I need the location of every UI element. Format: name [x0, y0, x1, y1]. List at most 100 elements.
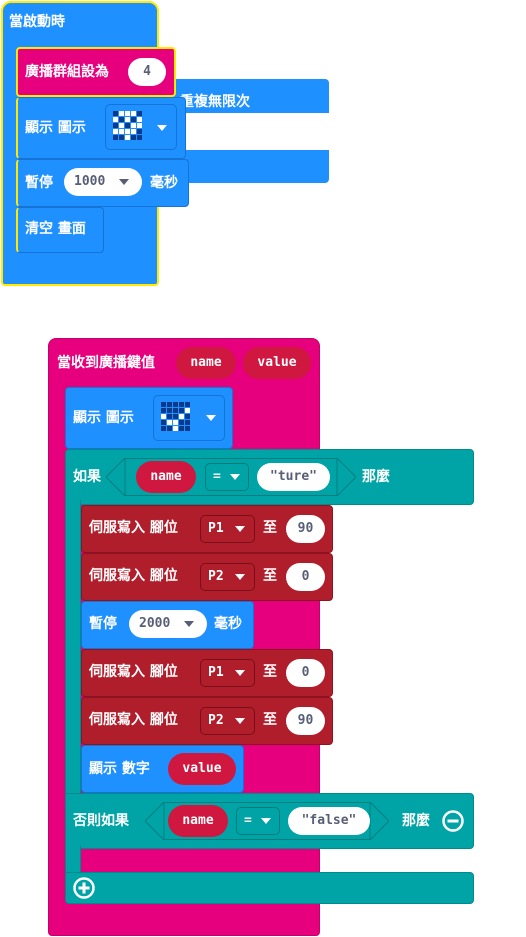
minus-circle-icon[interactable] — [442, 810, 464, 832]
plus-circle-icon[interactable] — [73, 877, 95, 899]
servo-value-input-2[interactable]: 0 — [286, 563, 325, 591]
led-pixel — [161, 414, 166, 419]
chevron-down-icon — [230, 474, 240, 480]
led-pixel — [137, 111, 142, 116]
led-pixel — [167, 426, 172, 431]
pause-label-2: 暫停 — [89, 616, 117, 632]
chevron-down-icon — [119, 179, 129, 185]
param-name-pill[interactable]: name — [176, 347, 236, 379]
cond-var-pill[interactable]: name — [136, 461, 196, 493]
chevron-down-icon — [184, 621, 194, 627]
chevron-down-icon — [206, 415, 216, 421]
ms-label-1: 毫秒 — [150, 175, 178, 191]
led-pixel — [131, 135, 136, 140]
to-label-1: 至 — [263, 520, 277, 536]
led-pixel — [119, 129, 124, 134]
servo-label-1: 伺服寫入 腳位 — [89, 520, 178, 536]
led-pixel — [137, 135, 142, 140]
led-pixel — [179, 414, 184, 419]
pause-value-1: 1000 — [74, 174, 106, 189]
chevron-down-icon — [261, 818, 271, 824]
led-icon-preview-1 — [113, 111, 142, 140]
else-if-operator-dropdown[interactable]: = — [236, 807, 280, 835]
led-pixel — [113, 135, 118, 140]
led-pixel — [167, 402, 172, 407]
servo-label-2: 伺服寫入 腳位 — [89, 568, 178, 584]
pause-label-1: 暫停 — [25, 175, 53, 191]
group-value-input[interactable]: 4 — [128, 58, 166, 86]
to-label-4: 至 — [263, 712, 277, 728]
pin-dropdown-1[interactable]: P1 — [200, 515, 255, 543]
forever-mouth — [182, 113, 329, 150]
led-pixel — [185, 408, 190, 413]
servo-label-4: 伺服寫入 腳位 — [89, 712, 178, 728]
param-value-pill[interactable]: value — [243, 347, 311, 379]
chevron-down-icon — [235, 670, 245, 676]
led-pixel — [185, 402, 190, 407]
pin-value-2: P2 — [208, 569, 224, 584]
operator-dropdown[interactable]: = — [205, 463, 249, 491]
led-pixel — [125, 117, 130, 122]
pause-value-dropdown-1[interactable]: 1000 — [64, 168, 142, 196]
servo-value-input-3[interactable]: 0 — [286, 659, 325, 687]
pin-value-1: P1 — [208, 521, 224, 536]
pin-dropdown-3[interactable]: P1 — [200, 659, 255, 687]
led-pixel — [185, 414, 190, 419]
led-pixel — [179, 408, 184, 413]
else-if-operator-value: = — [244, 813, 252, 828]
led-pixel — [125, 135, 130, 140]
ms-label-2: 毫秒 — [214, 616, 242, 632]
led-pixel — [119, 123, 124, 128]
servo-value-input-1[interactable]: 90 — [286, 515, 325, 543]
led-pixel — [137, 129, 142, 134]
set-group-label: 廣播群組設為 — [25, 64, 109, 80]
led-pixel — [185, 420, 190, 425]
led-pixel — [113, 117, 118, 122]
led-pixel — [125, 129, 130, 134]
to-label-2: 至 — [263, 568, 277, 584]
on-start-label: 當啟動時 — [9, 14, 65, 30]
else-if-value-input[interactable]: "false" — [288, 807, 370, 835]
operator-value: = — [213, 469, 221, 484]
pin-value-3: P1 — [208, 665, 224, 680]
chevron-down-icon — [235, 526, 245, 532]
else-if-var-pill[interactable]: name — [168, 805, 228, 837]
led-pixel — [131, 129, 136, 134]
pin-dropdown-4[interactable]: P2 — [200, 707, 255, 735]
led-pixel — [119, 135, 124, 140]
led-pixel — [173, 402, 178, 407]
forever-label: 重複無限次 — [180, 94, 250, 110]
led-pixel — [131, 117, 136, 122]
led-pixel — [131, 123, 136, 128]
to-label-3: 至 — [263, 664, 277, 680]
led-pixel — [161, 420, 166, 425]
led-pixel — [125, 111, 130, 116]
led-pixel — [113, 111, 118, 116]
show-icon-label-1: 顯示 圖示 — [25, 120, 86, 136]
on-received-label: 當收到廣播鍵值 — [57, 355, 155, 371]
led-pixel — [173, 408, 178, 413]
led-icon-preview-2 — [161, 402, 190, 431]
led-pixel — [161, 408, 166, 413]
pause-value-dropdown-2[interactable]: 2000 — [129, 610, 207, 638]
pause-value-2: 2000 — [139, 616, 171, 631]
led-pixel — [119, 117, 124, 122]
compare-value-input[interactable]: "ture" — [257, 463, 330, 491]
led-pixel — [131, 111, 136, 116]
else-if-label: 否則如果 — [73, 813, 129, 829]
show-number-var-pill[interactable]: value — [168, 753, 236, 785]
led-pixel — [161, 426, 166, 431]
led-pixel — [113, 129, 118, 134]
led-pixel — [167, 420, 172, 425]
led-pixel — [179, 420, 184, 425]
servo-value-input-4[interactable]: 90 — [286, 707, 325, 735]
led-pixel — [167, 414, 172, 419]
chevron-down-icon — [235, 574, 245, 580]
pin-dropdown-2[interactable]: P2 — [200, 563, 255, 591]
led-pixel — [179, 426, 184, 431]
show-number-label: 顯示 數字 — [89, 761, 150, 777]
led-pixel — [113, 123, 118, 128]
led-pixel — [167, 408, 172, 413]
led-pixel — [179, 402, 184, 407]
then-label: 那麼 — [362, 469, 390, 485]
